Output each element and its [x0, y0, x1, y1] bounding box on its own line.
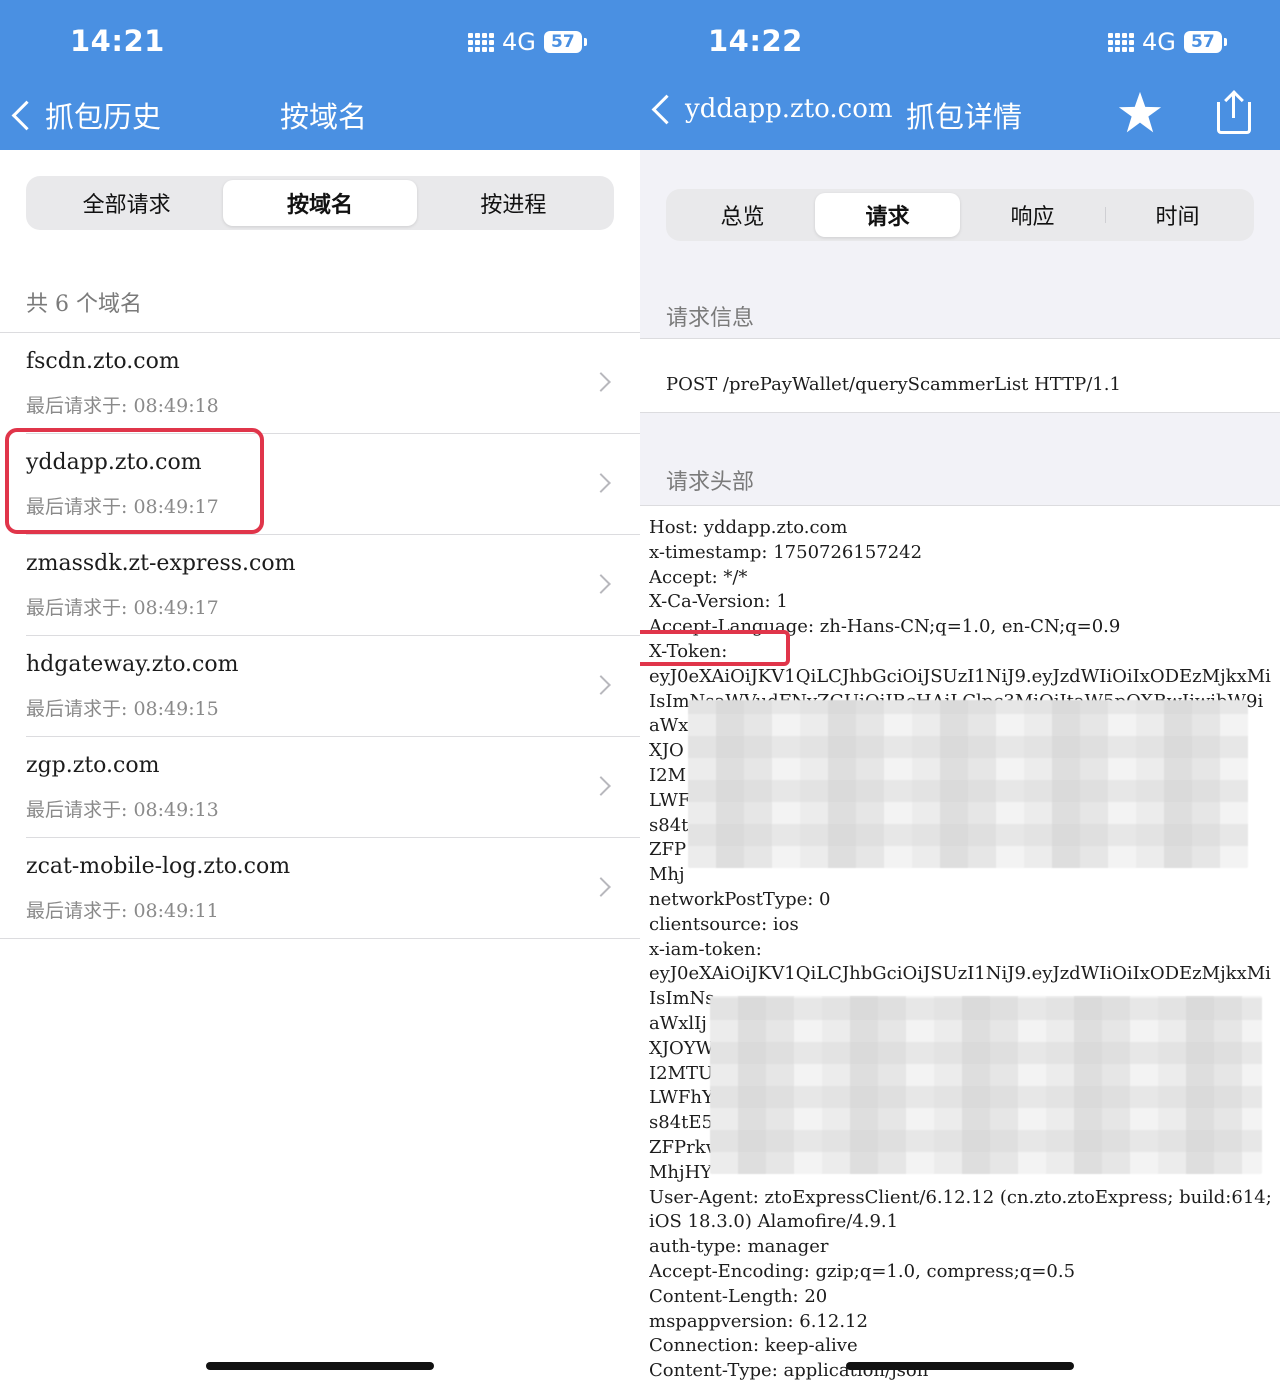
list-item[interactable]: zcat-mobile-log.zto.com 最后请求于: 08:49:11 [0, 838, 640, 939]
last-request-time: 最后请求于: 08:49:13 [26, 799, 219, 821]
chevron-right-icon [591, 473, 611, 493]
list-item[interactable]: zgp.zto.com 最后请求于: 08:49:13 [0, 737, 640, 838]
domain-name: zcat-mobile-log.zto.com [26, 854, 291, 879]
header-line: eyJ0eXAiOiJKV1QiLCJhbGciOiJSUzI1NiJ9.eyJ… [649, 665, 1271, 687]
status-indicators: 4G 57 [468, 28, 587, 56]
status-time: 14:22 [708, 24, 803, 58]
header-line: User-Agent: ztoExpressClient/6.12.12 (cn… [649, 1186, 1272, 1208]
tab-by-domain[interactable]: 按域名 [223, 180, 417, 226]
domain-name: hdgateway.zto.com [26, 652, 239, 677]
signal-icon [468, 32, 494, 52]
divider [0, 938, 640, 939]
header-line: Accept: */* [649, 566, 748, 588]
chevron-right-icon [591, 776, 611, 796]
tab-response[interactable]: 响应 [960, 193, 1105, 237]
list-item[interactable]: fscdn.zto.com 最后请求于: 08:49:18 [0, 333, 640, 434]
redacted-blur [710, 996, 1262, 1174]
list-item[interactable]: hdgateway.zto.com 最后请求于: 08:49:15 [0, 636, 640, 737]
nav-bar: 14:22 4G 57 yddapp.zto.com 抓包详情 [640, 0, 1280, 150]
request-line: POST /prePayWallet/queryScammerList HTTP… [666, 374, 1121, 395]
chevron-right-icon [591, 372, 611, 392]
header-line: Content-Length: 20 [649, 1285, 828, 1307]
share-icon[interactable] [1214, 90, 1254, 134]
status-indicators: 4G 57 [1108, 28, 1227, 56]
battery-icon: 57 [543, 31, 587, 53]
nav-bar: 14:21 4G 57 抓包历史 按域名 [0, 0, 640, 150]
chevron-left-icon [11, 100, 42, 130]
tab-timing-label: 时间 [1155, 205, 1200, 230]
back-label: yddapp.zto.com [685, 94, 893, 124]
network-label: 4G [502, 28, 536, 56]
highlight-annotation [640, 630, 790, 666]
back-label: 抓包历史 [45, 100, 162, 134]
divider [640, 505, 1280, 506]
chevron-right-icon [591, 574, 611, 594]
network-label: 4G [1142, 28, 1176, 56]
redacted-blur [688, 700, 1248, 868]
page-title: 按域名 [280, 100, 368, 134]
request-headers-label: 请求头部 [666, 470, 755, 495]
tab-all-requests[interactable]: 全部请求 [30, 180, 223, 226]
tab-by-process[interactable]: 按进程 [417, 180, 610, 226]
chevron-right-icon [591, 675, 611, 695]
header-line: x-iam-token: [649, 938, 762, 960]
header-line: Accept-Encoding: gzip;q=1.0, compress;q=… [649, 1260, 1076, 1282]
header-line: eyJ0eXAiOiJKV1QiLCJhbGciOiJSUzI1NiJ9.eyJ… [649, 963, 1271, 985]
request-info-label: 请求信息 [666, 306, 755, 331]
domain-name: fscdn.zto.com [26, 349, 180, 374]
domain-count: 共 6 个域名 [26, 292, 142, 317]
status-time: 14:21 [70, 24, 165, 58]
back-button[interactable]: 抓包历史 [11, 94, 162, 136]
header-line: x-timestamp: 1750726157242 [649, 541, 923, 563]
last-request-time: 最后请求于: 08:49:17 [26, 597, 219, 619]
separator [1105, 207, 1106, 223]
segmented-control: 全部请求 按域名 按进程 [26, 176, 614, 230]
star-icon[interactable] [1118, 91, 1162, 133]
header-line: iOS 18.3.0) Alamofire/4.9.1 [649, 1211, 899, 1233]
highlight-annotation [5, 428, 264, 534]
segmented-control: 总览 请求 响应 时间 [666, 189, 1254, 241]
page-title: 抓包详情 [906, 100, 1023, 134]
tab-timing[interactable]: 时间 [1105, 193, 1250, 237]
domain-name: zgp.zto.com [26, 753, 160, 778]
right-screen: 14:22 4G 57 yddapp.zto.com 抓包详情 总览 请求 响应… [640, 0, 1280, 1385]
battery-icon: 57 [1183, 31, 1227, 53]
header-line: X-Ca-Version: 1 [649, 591, 788, 613]
back-button[interactable]: yddapp.zto.com [651, 94, 893, 124]
last-request-time: 最后请求于: 08:49:18 [26, 395, 219, 417]
tab-request[interactable]: 请求 [815, 193, 960, 237]
header-line: Connection: keep-alive [649, 1335, 858, 1357]
chevron-right-icon [591, 877, 611, 897]
list-item[interactable]: zmassdk.zt-express.com 最后请求于: 08:49:17 [0, 535, 640, 636]
home-indicator [846, 1362, 1074, 1370]
tab-overview[interactable]: 总览 [670, 193, 815, 237]
chevron-left-icon [651, 94, 682, 124]
last-request-time: 最后请求于: 08:49:11 [26, 900, 219, 922]
header-line: Host: yddapp.zto.com [649, 517, 848, 538]
header-line: networkPostType: 0 [649, 888, 831, 910]
signal-icon [1108, 32, 1134, 52]
header-line: auth-type: manager [649, 1236, 829, 1258]
header-line: clientsource: ios [649, 913, 799, 935]
header-line: mspappversion: 6.12.12 [649, 1310, 868, 1332]
divider [640, 338, 1280, 339]
last-request-time: 最后请求于: 08:49:15 [26, 698, 219, 720]
home-indicator [206, 1362, 434, 1370]
left-screen: 14:21 4G 57 抓包历史 按域名 全部请求 按域名 按进程 共 6 个域… [0, 0, 640, 1385]
domain-name: zmassdk.zt-express.com [26, 551, 296, 576]
